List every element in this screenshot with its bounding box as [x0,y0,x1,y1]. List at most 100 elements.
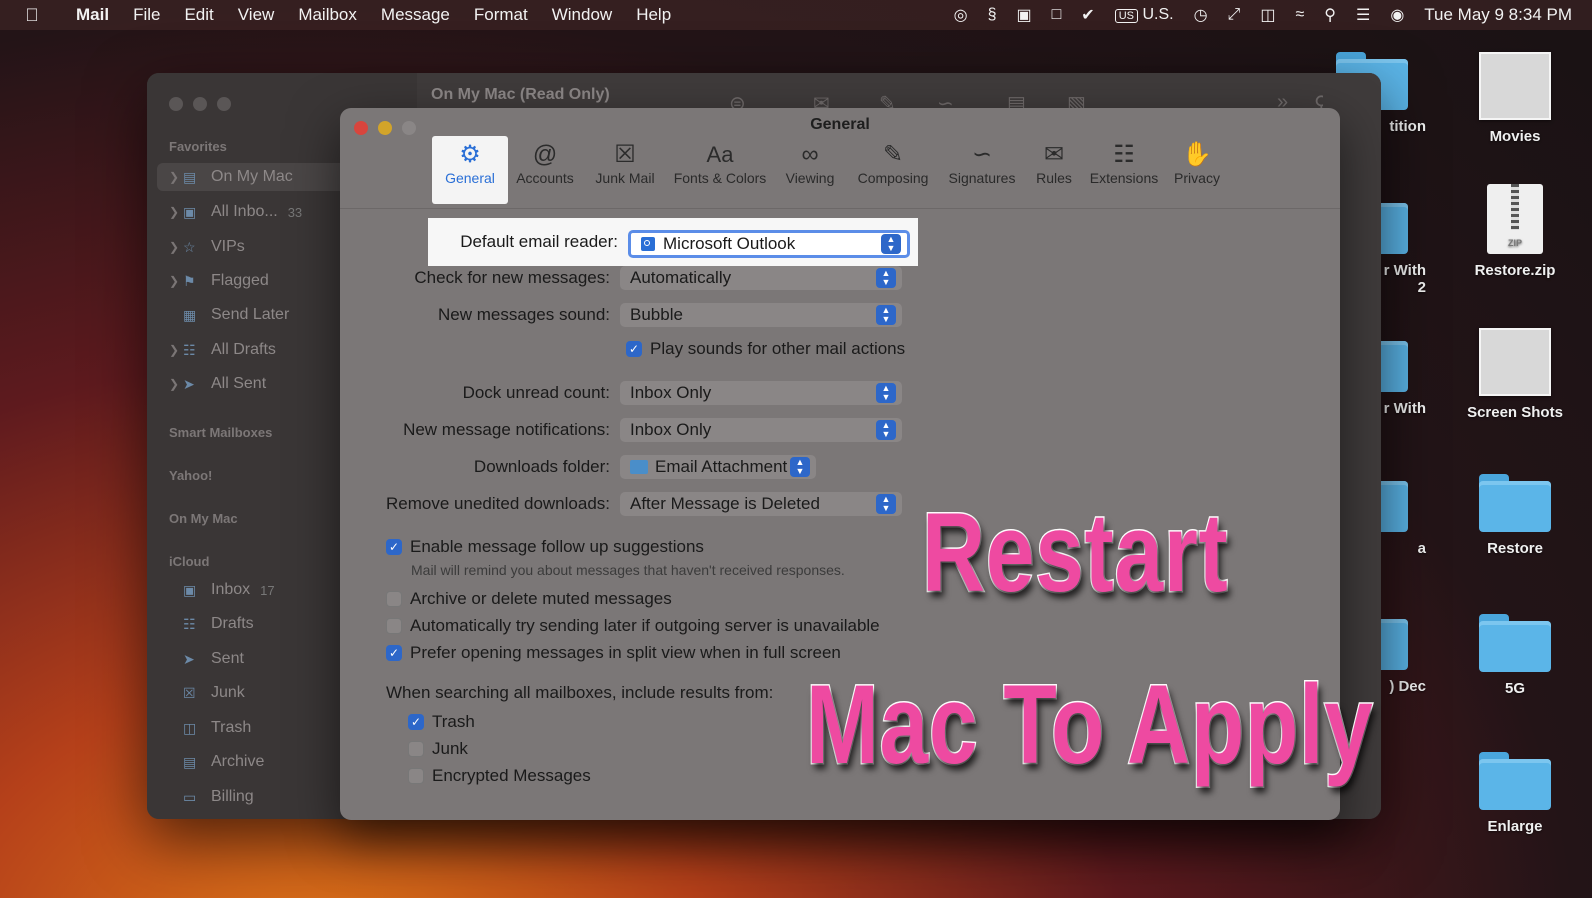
computer-icon: ▤ [183,168,197,185]
new-message-notifications-row: New message notifications: Inbox Only ▲ ▼ [340,415,902,445]
dock-unread-row: Dock unread count: Inbox Only ▲ ▼ [340,378,902,408]
apple-menu-icon[interactable]:  [0,5,64,26]
archive-muted-checkbox[interactable]: Archive or delete muted messages [386,589,672,609]
desktop-icon-label: Restore [1487,540,1543,557]
desktop-icon-movies[interactable]: Movies [1450,52,1580,145]
auto-send-later-label: Automatically try sending later if outgo… [410,616,880,635]
sidebar-item-all-drafts[interactable]: ❯ ☷ All Drafts [169,336,276,364]
sidebar-item-inbox[interactable]: ▣ Inbox 17 [169,576,275,604]
tab-signatures[interactable]: ∽ Signatures [938,136,1026,204]
puzzle-icon: ☷ [1113,141,1135,168]
split-view-checkbox[interactable]: ✓ Prefer opening messages in split view … [386,643,841,663]
chevron-right-icon[interactable]: ❯ [169,240,183,254]
creative-cloud-icon[interactable]: ◎ [954,5,968,25]
search-junk-checkbox[interactable]: Junk [408,739,468,759]
desktop-icon-5g[interactable]: 5G [1450,614,1580,697]
resize-icon[interactable]: ⤢ [1228,6,1241,24]
sidebar-item-junk[interactable]: ☒ Junk [169,679,245,707]
new-messages-sound-select[interactable]: Bubble ▲ ▼ [620,303,902,327]
search-trash-checkbox[interactable]: ✓ Trash [408,712,475,732]
play-sounds-checkbox[interactable]: ✓ Play sounds for other mail actions [626,339,905,359]
close-button[interactable] [169,97,183,111]
sidebar-header-yahoo[interactable]: Yahoo! [169,468,212,483]
remove-downloads-label: Remove unedited downloads: [386,494,610,513]
tab-viewing[interactable]: ∞ Viewing [772,136,848,204]
screen-capture-icon[interactable]: □ [1052,6,1062,24]
chevron-right-icon[interactable]: ❯ [169,205,183,219]
tab-extensions[interactable]: ☷ Extensions [1082,136,1166,204]
desktop-icon-enlarge[interactable]: Enlarge [1450,752,1580,835]
sidebar-header-smart-mailboxes[interactable]: Smart Mailboxes [169,425,272,440]
screen-mirroring-icon[interactable]: ◫ [1260,5,1275,25]
menu-mailbox[interactable]: Mailbox [286,5,369,25]
menu-message[interactable]: Message [369,5,462,25]
sidebar-item-archive[interactable]: ▤ Archive [169,748,264,776]
zip-file-icon: ZIP [1487,184,1543,254]
tab-composing[interactable]: ✎ Composing [848,136,938,204]
downloads-folder-select[interactable]: Email Attachment ▲ ▼ [620,455,816,479]
chevron-right-icon[interactable]: ❯ [169,343,183,357]
sidebar-item-sent[interactable]: ➤ Sent [169,645,244,673]
desktop-icon-label: Movies [1489,128,1541,145]
unread-count: 33 [287,204,303,220]
sidebar-item-billing[interactable]: ▭ Billing [169,783,254,811]
chevron-right-icon[interactable]: ❯ [169,377,183,391]
tab-rules[interactable]: ✉ Rules [1026,136,1082,204]
tab-label: Accounts [516,170,574,186]
wifi-icon[interactable]: ≈ [1295,6,1304,24]
scrivener-icon[interactable]: § [988,6,997,24]
input-source-menu[interactable]: US U.S. [1114,6,1174,24]
sidebar-item-label: VIPs [211,238,245,255]
menu-clock[interactable]: Tue May 9 8:34 PM [1424,5,1572,25]
zoom-button[interactable] [217,97,231,111]
popup-stepper-icon: ▲ ▼ [876,383,896,403]
checkmark-app-icon[interactable]: ✔ [1081,5,1094,25]
sidebar-item-flagged[interactable]: ❯ ⚑ Flagged [169,267,269,295]
sidebar-item-send-later[interactable]: ▦ Send Later [169,301,289,329]
sidebar-item-all-inboxes[interactable]: ❯ ▣ All Inbo... 33 [169,198,302,226]
sidebar-item-all-sent[interactable]: ❯ ➤ All Sent [169,370,266,398]
play-sounds-label: Play sounds for other mail actions [650,339,906,358]
tab-accounts[interactable]: @ Accounts [508,136,582,204]
minimize-button[interactable] [193,97,207,111]
menu-help[interactable]: Help [624,5,683,25]
tab-general[interactable]: ⚙ General [432,136,508,204]
desktop-icon-restore[interactable]: Restore [1450,474,1580,557]
sidebar-item-trash[interactable]: ◫ Trash [169,714,251,742]
chevron-right-icon[interactable]: ❯ [169,274,183,288]
menu-file[interactable]: File [121,5,172,25]
menu-view[interactable]: View [226,5,287,25]
desktop-icon-restore-zip[interactable]: ZIP Restore.zip [1450,184,1580,279]
control-center-icon[interactable]: ☰ [1356,5,1370,25]
follow-up-suggestions-checkbox[interactable]: ✓ Enable message follow up suggestions [386,537,704,557]
time-machine-icon[interactable]: ◷ [1194,5,1208,25]
desktop-icon-label: Restore.zip [1474,262,1556,279]
menu-app-name[interactable]: Mail [64,5,121,25]
fonts-icon: Aa [706,142,734,167]
chevron-right-icon[interactable]: ❯ [169,170,183,184]
siri-icon[interactable]: ◉ [1390,5,1404,25]
new-message-notifications-select[interactable]: Inbox Only ▲ ▼ [620,418,902,442]
check-messages-select[interactable]: Automatically ▲ ▼ [620,266,902,290]
tab-fonts-colors[interactable]: Aa Fonts & Colors [668,136,772,204]
follow-up-note: Mail will remind you about messages that… [411,562,845,578]
sidebar-item-drafts[interactable]: ☷ Drafts [169,610,254,638]
menu-edit[interactable]: Edit [172,5,225,25]
dock-unread-select[interactable]: Inbox Only ▲ ▼ [620,381,902,405]
auto-send-later-checkbox[interactable]: Automatically try sending later if outgo… [386,616,880,636]
sidebar-header-on-my-mac[interactable]: On My Mac [169,511,238,526]
default-email-reader-select[interactable]: Microsoft Outlook ▲ ▼ [628,230,910,258]
desktop-icon-screen-shots[interactable]: Screen Shots [1450,328,1580,421]
tab-label: Signatures [948,170,1016,186]
tab-privacy[interactable]: ✋ Privacy [1166,136,1228,204]
remove-downloads-select[interactable]: After Message is Deleted ▲ ▼ [620,492,902,516]
spotlight-search-icon[interactable]: ⚲ [1324,5,1336,25]
search-encrypted-checkbox[interactable]: Encrypted Messages [408,766,591,786]
menu-window[interactable]: Window [540,5,624,25]
sidebar-header-icloud[interactable]: iCloud [169,554,209,569]
new-messages-sound-row: New messages sound: Bubble ▲ ▼ [340,300,902,330]
menu-format[interactable]: Format [462,5,540,25]
skype-icon[interactable]: ▣ [1017,5,1032,25]
sidebar-item-vips[interactable]: ❯ ☆ VIPs [169,233,245,261]
tab-junk-mail[interactable]: ☒ Junk Mail [582,136,668,204]
